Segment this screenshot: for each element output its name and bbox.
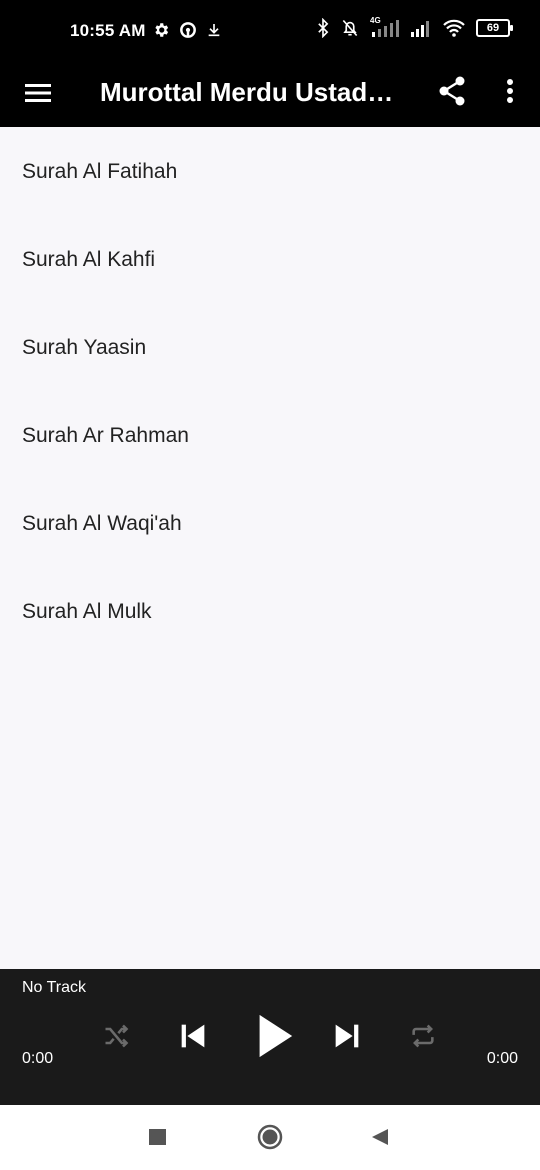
track-name: No Track — [22, 979, 87, 996]
surah-list: Surah Al Fatihah Surah Al Kahfi Surah Ya… — [0, 128, 540, 656]
download-icon — [208, 24, 220, 37]
duration-time: 0:00 — [486, 1050, 518, 1067]
list-item[interactable]: Surah Al Fatihah — [0, 128, 540, 216]
play-icon[interactable] — [250, 1011, 296, 1061]
share-icon[interactable] — [436, 74, 468, 108]
repeat-icon[interactable] — [408, 1022, 438, 1050]
system-nav-bar — [0, 1105, 540, 1170]
status-bar: 10:55 AM 4G 69 — [0, 0, 540, 60]
list-item[interactable]: Surah Al Mulk — [0, 568, 540, 656]
bluetooth-icon — [318, 18, 329, 38]
back-triangle-icon[interactable] — [370, 1125, 390, 1149]
alarm-off-icon — [342, 19, 358, 37]
status-right-icons: 4G 69 — [316, 16, 513, 38]
signal-icon — [372, 20, 399, 37]
current-time: 0:00 — [22, 1050, 54, 1067]
list-item[interactable]: Surah Al Kahfi — [0, 216, 540, 304]
battery-icon: 69 — [476, 19, 513, 37]
signal-icon — [411, 21, 429, 37]
skip-previous-icon[interactable] — [176, 1019, 210, 1053]
app-title: Murottal Merdu Ustadz Abdul Qodir — [100, 77, 400, 107]
hamburger-menu-icon[interactable] — [22, 79, 54, 107]
home-circle-icon[interactable] — [256, 1123, 284, 1151]
list-item[interactable]: Surah Al Waqi'ah — [0, 480, 540, 568]
status-time: 10:55 AM — [70, 21, 146, 40]
gear-icon — [155, 23, 169, 37]
skip-next-icon[interactable] — [330, 1019, 364, 1053]
wifi-icon — [443, 19, 465, 37]
list-item[interactable]: Surah Ar Rahman — [0, 392, 540, 480]
recents-square-icon[interactable] — [148, 1125, 168, 1149]
shuffle-icon[interactable] — [102, 1022, 130, 1050]
hotspot-icon — [180, 22, 196, 38]
list-item[interactable]: Surah Yaasin — [0, 304, 540, 392]
mobile-signal: 4G — [370, 16, 400, 38]
more-vert-icon[interactable] — [496, 76, 524, 110]
audio-player: No Track 0:00 0:00 — [0, 969, 540, 1105]
app-bar: Murottal Merdu Ustadz Abdul Qodir — [0, 60, 540, 127]
status-left-icons — [152, 20, 222, 40]
